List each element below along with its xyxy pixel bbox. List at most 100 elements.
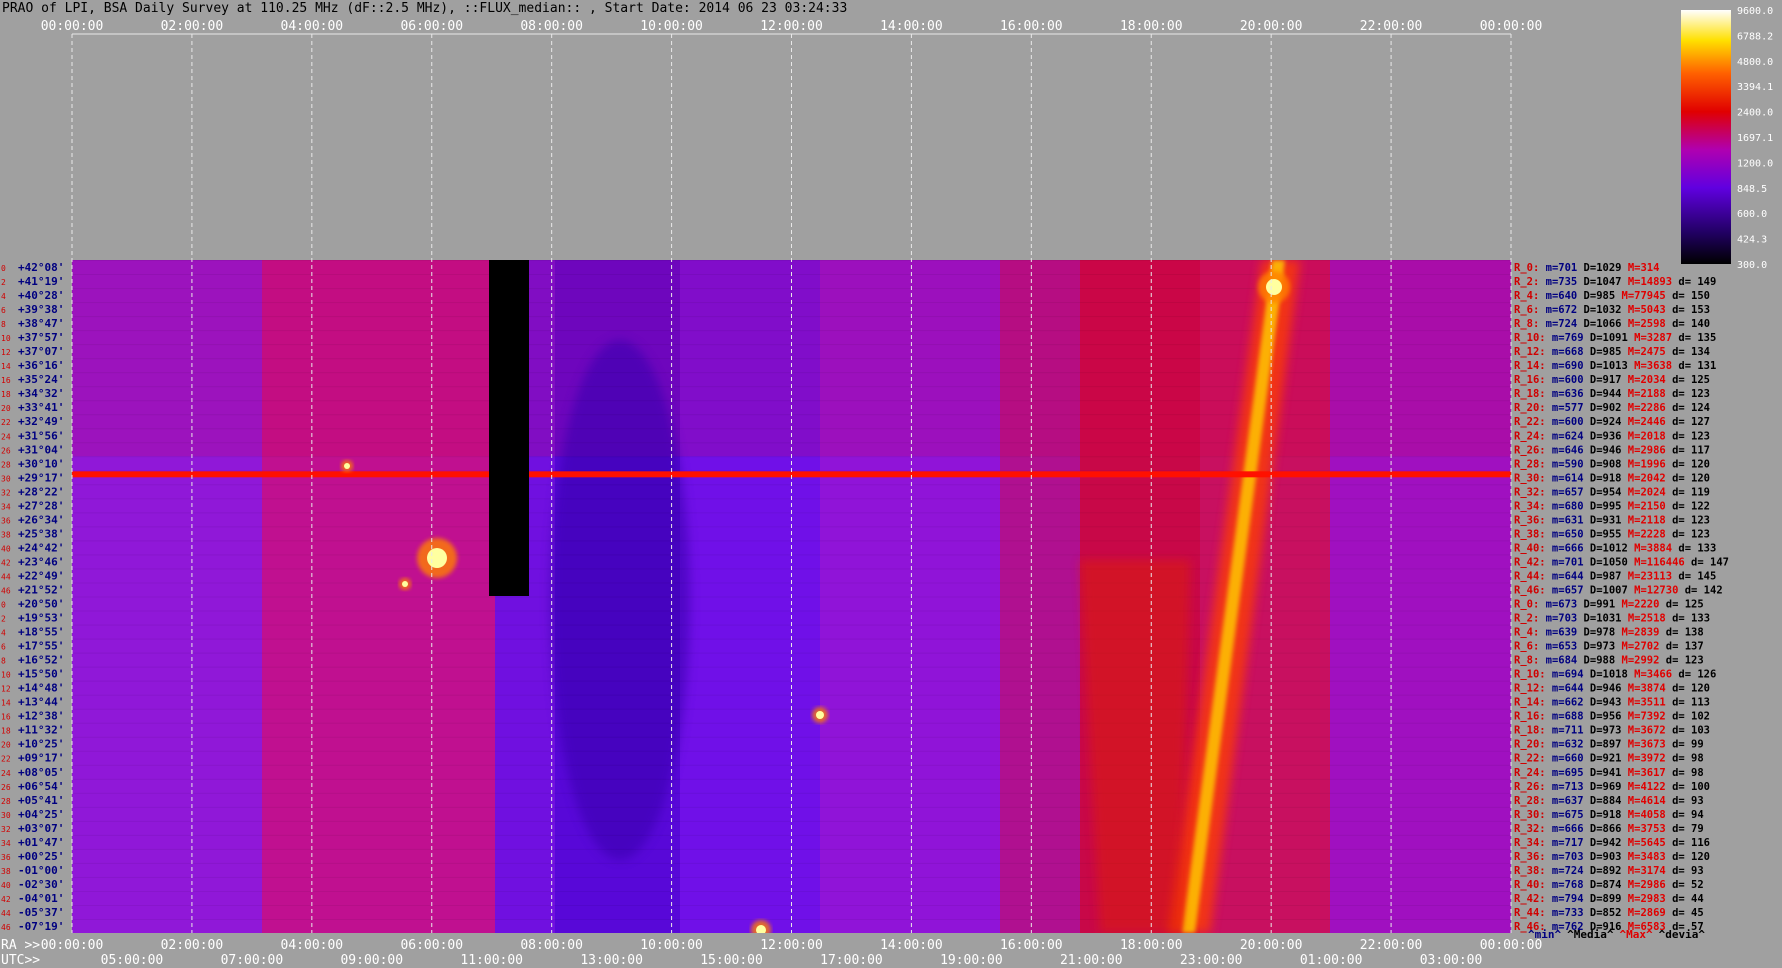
- beam-stat-field: m=724: [1546, 865, 1584, 877]
- beam-number: 8: [1, 657, 6, 666]
- beam-stat-field: M=2475: [1621, 346, 1665, 358]
- beam-stat-field: m=673: [1539, 599, 1577, 611]
- beam-stat-field: R_0:: [1514, 262, 1539, 274]
- beam-number: 32: [1, 825, 11, 834]
- beam-stat-field: D=995: [1584, 500, 1622, 512]
- beam-stat-field: d= 99: [1666, 739, 1704, 751]
- declination-label: +19°53': [18, 612, 64, 625]
- colorbar-tick-label: 424.3: [1737, 235, 1767, 246]
- ra-tick-label: 06:00:00: [400, 938, 463, 953]
- beam-stat-field: m=735: [1539, 276, 1577, 288]
- beam-stat-field: R_46:: [1514, 584, 1546, 596]
- beam-stat-row: R_4: m=640 D=985 M=77945 d= 150: [1514, 290, 1710, 302]
- utc-tick-label: 11:00:00: [460, 953, 523, 968]
- beam-stat-row: R_40: m=768 D=874 M=2986 d= 52: [1514, 879, 1704, 891]
- beam-stat-field: m=614: [1546, 472, 1584, 484]
- beam-stat-field: D=991: [1577, 599, 1615, 611]
- ra-tick-label: 00:00:00: [41, 938, 104, 953]
- beam-stat-field: m=644: [1546, 570, 1584, 582]
- radio-source-core: [402, 581, 408, 587]
- beam-stat-field: R_28:: [1514, 458, 1546, 470]
- utc-tick-label: 07:00:00: [221, 953, 284, 968]
- beam-number: 18: [1, 727, 11, 736]
- beam-number: 14: [1, 362, 11, 371]
- colorbar-tick-label: 600.0: [1737, 209, 1767, 220]
- beam-stat-field: D=956: [1584, 711, 1622, 723]
- top-tick-label: 14:00:00: [880, 19, 943, 34]
- beam-stat-field: m=600: [1546, 416, 1584, 428]
- beam-stat-field: m=733: [1546, 907, 1584, 919]
- beam-stat-row: R_4: m=639 D=978 M=2839 d= 138: [1514, 627, 1704, 639]
- colorbar-tick-label: 1697.1: [1737, 133, 1773, 144]
- beam-stat-field: M=2024: [1621, 486, 1665, 498]
- beam-stat-field: R_32:: [1514, 823, 1546, 835]
- declination-label: +36°16': [18, 359, 64, 372]
- beam-stat-field: R_18:: [1514, 725, 1546, 737]
- beam-stat-field: d= 100: [1666, 781, 1710, 793]
- beam-stat-field: D=897: [1584, 739, 1622, 751]
- cold-region: [550, 340, 690, 860]
- beam-number: 28: [1, 797, 11, 806]
- beam-stat-row: R_30: m=614 D=918 M=2042 d= 120: [1514, 472, 1710, 484]
- declination-label: +05°41': [18, 794, 64, 807]
- beam-number: 30: [1, 811, 11, 820]
- declination-label: +33°41': [18, 401, 64, 414]
- beam-stat-field: M=2118: [1621, 514, 1665, 526]
- beam-stat-row: R_30: m=675 D=918 M=4058 d= 94: [1514, 809, 1704, 821]
- beam-stat-field: d= 126: [1672, 669, 1716, 681]
- beam-stat-field: m=668: [1546, 346, 1584, 358]
- beam-stat-field: D=1012: [1584, 542, 1628, 554]
- colorbar-tick-label: 3394.1: [1737, 82, 1773, 93]
- beam-stat-field: d= 120: [1666, 683, 1710, 695]
- beam-number: 30: [1, 474, 11, 483]
- declination-label: +04°25': [18, 808, 64, 821]
- beam-stat-field: M=3287: [1628, 332, 1672, 344]
- declination-label: +06°54': [18, 780, 64, 793]
- beam-stat-field: M=5645: [1621, 837, 1665, 849]
- beam-stat-field: m=631: [1546, 514, 1584, 526]
- beam-stat-field: m=662: [1546, 697, 1584, 709]
- beam-stat-row: R_26: m=713 D=969 M=4122 d= 100: [1514, 781, 1710, 793]
- beam-stat-field: D=973: [1584, 725, 1622, 737]
- beam-stat-field: M=2702: [1615, 641, 1659, 653]
- beam-stat-field: d= 127: [1666, 416, 1710, 428]
- survey-chart: 00:00:00 02:00:00 04:00:00 06:00:00 08:00:00…: [1, 6, 1773, 968]
- beam-number: 34: [1, 839, 11, 848]
- beam-stat-field: d= 138: [1659, 627, 1703, 639]
- beam-number: 2: [1, 615, 6, 624]
- beam-stat-row: R_18: m=636 D=944 M=2188 d= 123: [1514, 388, 1710, 400]
- beam-stat-field: M=3638: [1628, 360, 1672, 372]
- declination-label: +18°55': [18, 626, 64, 639]
- beam-stat-field: M=3972: [1621, 753, 1665, 765]
- beam-stat-field: M=3672: [1621, 725, 1665, 737]
- beam-stat-field: R_4:: [1514, 290, 1539, 302]
- top-tick-label: 04:00:00: [281, 19, 344, 34]
- beam-stat-field: m=637: [1546, 795, 1584, 807]
- beam-stat-field: D=917: [1584, 374, 1622, 386]
- beam-stat-row: R_2: m=735 D=1047 M=14893 d= 149: [1514, 276, 1716, 288]
- beam-stat-field: M=2869: [1621, 907, 1665, 919]
- beam-number: 44: [1, 909, 11, 918]
- beam-stat-field: R_12:: [1514, 683, 1546, 695]
- beam-stat-field: D=973: [1577, 641, 1615, 653]
- beam-number: 0: [1, 264, 6, 273]
- beam-stat-field: d= 133: [1666, 613, 1710, 625]
- beam-stat-field: m=666: [1546, 542, 1584, 554]
- declination-label: +22°49': [18, 569, 64, 582]
- beam-stat-field: m=768: [1546, 879, 1584, 891]
- colorbar-tick-label: 4800.0: [1737, 57, 1773, 68]
- beam-stat-field: M=5043: [1622, 304, 1666, 316]
- declination-label: +24°42': [18, 541, 64, 554]
- beam-stats: R_0: m=701 D=1029 M=314 R_2: m=735 D=104…: [1514, 262, 1729, 941]
- beam-stat-row: R_16: m=688 D=956 M=7392 d= 102: [1514, 711, 1710, 723]
- declination-label: +34°32': [18, 387, 64, 400]
- beam-stat-field: d= 140: [1666, 318, 1710, 330]
- utc-tick-label: 21:00:00: [1060, 953, 1123, 968]
- beam-number: 12: [1, 348, 11, 357]
- beam-stat-row: R_0: m=673 D=991 M=2220 d= 125: [1514, 599, 1704, 611]
- beam-stat-field: R_2:: [1514, 276, 1539, 288]
- colorbar: 9600.0 6788.2 4800.0 3394.1 2400.0 1697.1 1200…: [1681, 6, 1773, 271]
- utc-tick-label: 09:00:00: [340, 953, 403, 968]
- beam-number: 38: [1, 867, 11, 876]
- beam-stat-field: M=4122: [1621, 781, 1665, 793]
